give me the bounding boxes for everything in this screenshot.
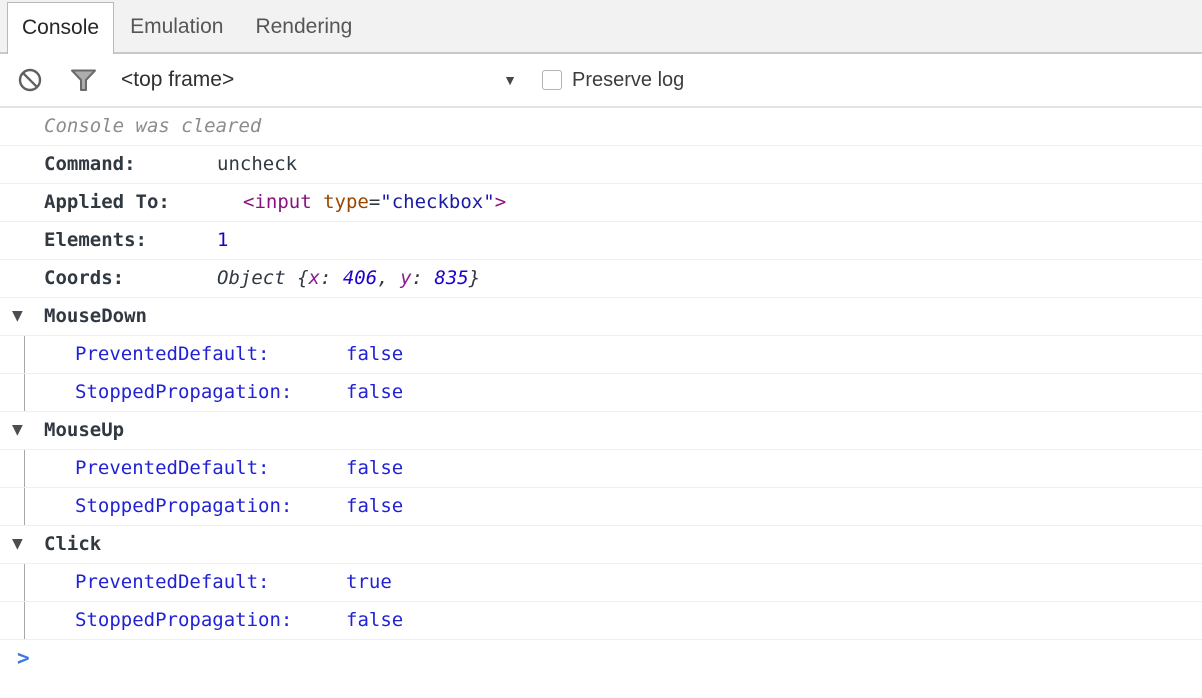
object-value-x: 406 (343, 267, 377, 289)
chevron-down-icon: ▼ (503, 72, 517, 88)
console-row-event-detail: PreventedDefault: false (0, 450, 1202, 488)
console-prompt[interactable]: > (0, 640, 1202, 678)
event-detail-label: StoppedPropagation: (75, 602, 292, 639)
disclosure-triangle-icon[interactable]: ▼ (12, 526, 23, 563)
group-header-mouseup[interactable]: ▼ MouseUp (0, 412, 1202, 450)
tab-rendering[interactable]: Rendering (239, 2, 368, 52)
group-title: MouseDown (44, 298, 147, 335)
event-detail-value: false (346, 602, 403, 639)
command-label: Command: (44, 146, 136, 183)
filter-funnel-icon (70, 69, 97, 92)
object-suffix: } (469, 267, 480, 289)
preserve-log-checkbox[interactable] (542, 70, 562, 90)
applied-to-element[interactable]: <input type="checkbox"> (243, 184, 506, 221)
console-row-command: Command: uncheck (0, 146, 1202, 184)
group-children-click: PreventedDefault: true StoppedPropagatio… (0, 564, 1202, 640)
event-detail-label: PreventedDefault: (75, 450, 269, 487)
html-attr-equals: = (369, 191, 380, 213)
console-cleared-message: Console was cleared (44, 108, 261, 145)
elements-count: 1 (217, 222, 228, 259)
html-tag-close: > (495, 191, 506, 213)
console-toolbar: <top frame> ▼ Preserve log (0, 54, 1202, 108)
html-tag-open: <input (243, 191, 323, 213)
drawer-tabbar: Console Emulation Rendering (0, 0, 1202, 54)
console-row-event-detail: StoppedPropagation: false (0, 602, 1202, 640)
console-row-event-detail: PreventedDefault: false (0, 336, 1202, 374)
preserve-log-label: Preserve log (572, 69, 684, 92)
event-detail-value: false (346, 374, 403, 411)
disclosure-triangle-icon[interactable]: ▼ (12, 298, 23, 335)
applied-to-label: Applied To: (44, 184, 170, 221)
object-colon: : (320, 267, 343, 289)
event-detail-value: false (346, 336, 403, 373)
group-children-mouseup: PreventedDefault: false StoppedPropagati… (0, 450, 1202, 526)
event-detail-label: PreventedDefault: (75, 564, 269, 601)
prompt-chevron-icon: > (17, 640, 30, 677)
tab-console[interactable]: Console (7, 2, 114, 54)
group-title: Click (44, 526, 101, 563)
html-attr-name: type (323, 191, 369, 213)
group-title: MouseUp (44, 412, 124, 449)
object-comma: , (377, 267, 400, 289)
html-attr-value: "checkbox" (380, 191, 494, 213)
console-row-coords: Coords: Object {x: 406, y: 835} (0, 260, 1202, 298)
event-detail-value: false (346, 450, 403, 487)
group-children-mousedown: PreventedDefault: false StoppedPropagati… (0, 336, 1202, 412)
console-row-applied-to: Applied To: <input type="checkbox"> (0, 184, 1202, 222)
event-detail-label: StoppedPropagation: (75, 374, 292, 411)
console-row-event-detail: PreventedDefault: true (0, 564, 1202, 602)
elements-label: Elements: (44, 222, 147, 259)
clear-console-icon (17, 67, 43, 93)
event-detail-label: StoppedPropagation: (75, 488, 292, 525)
clear-console-button[interactable] (17, 67, 43, 93)
console-row-event-detail: StoppedPropagation: false (0, 374, 1202, 412)
coords-object-preview[interactable]: Object {x: 406, y: 835} (217, 260, 480, 297)
object-key-y: y (400, 267, 411, 289)
frame-selector-value: <top frame> (121, 68, 234, 92)
group-header-mousedown[interactable]: ▼ MouseDown (0, 298, 1202, 336)
object-key-x: x (309, 267, 320, 289)
event-detail-label: PreventedDefault: (75, 336, 269, 373)
event-detail-value: false (346, 488, 403, 525)
object-value-y: 835 (434, 267, 468, 289)
console-message-list: Console was cleared Command: uncheck App… (0, 108, 1202, 678)
group-header-click[interactable]: ▼ Click (0, 526, 1202, 564)
frame-context-selector[interactable]: <top frame> ▼ (121, 68, 517, 92)
coords-label: Coords: (44, 260, 124, 297)
tab-emulation[interactable]: Emulation (114, 2, 239, 52)
event-detail-value: true (346, 564, 392, 601)
console-row-elements: Elements: 1 (0, 222, 1202, 260)
object-colon: : (412, 267, 435, 289)
object-prefix: Object { (217, 267, 309, 289)
disclosure-triangle-icon[interactable]: ▼ (12, 412, 23, 449)
console-row-cleared: Console was cleared (0, 108, 1202, 146)
console-row-event-detail: StoppedPropagation: false (0, 488, 1202, 526)
filter-button[interactable] (70, 69, 97, 92)
command-value: uncheck (217, 146, 297, 183)
